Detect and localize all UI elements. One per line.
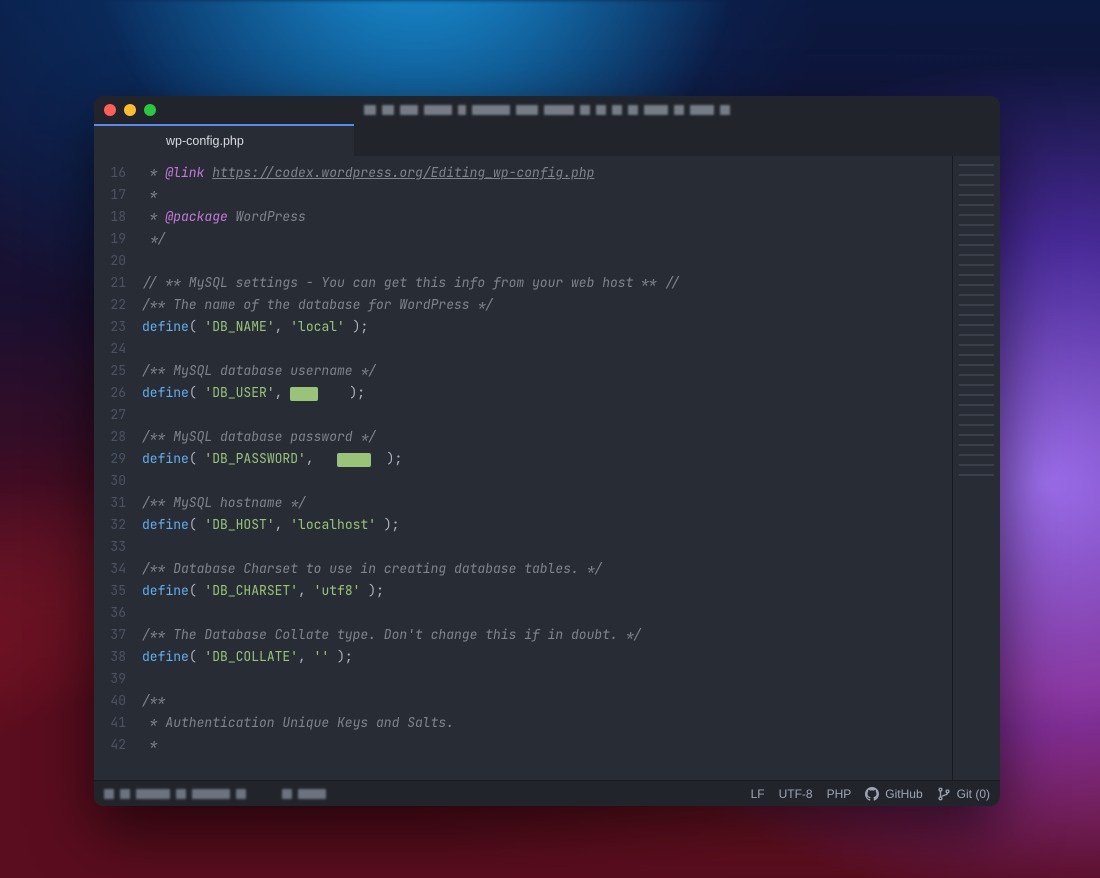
line-number: 23: [94, 316, 136, 338]
code-line: *: [142, 734, 942, 756]
status-git-label: Git (0): [957, 787, 990, 801]
status-eol[interactable]: LF: [751, 787, 765, 801]
line-number: 22: [94, 294, 136, 316]
status-encoding[interactable]: UTF-8: [779, 787, 813, 801]
line-number: 31: [94, 492, 136, 514]
line-number: 29: [94, 448, 136, 470]
line-number: 35: [94, 580, 136, 602]
code-line: /** Database Charset to use in creating …: [142, 558, 942, 580]
status-github[interactable]: GitHub: [865, 787, 922, 801]
status-git[interactable]: Git (0): [937, 787, 990, 801]
code-line: [142, 338, 942, 360]
tab-wp-config[interactable]: wp-config.php: [94, 124, 354, 156]
line-number: 36: [94, 602, 136, 624]
line-number: 32: [94, 514, 136, 536]
line-number: 24: [94, 338, 136, 360]
line-number: 37: [94, 624, 136, 646]
code-line: * @link https://codex.wordpress.org/Edit…: [142, 162, 942, 184]
code-line: define( 'DB_USER', );: [142, 382, 942, 404]
window-titlebar[interactable]: [94, 96, 1000, 124]
line-number: 16: [94, 162, 136, 184]
line-number: 33: [94, 536, 136, 558]
code-line: [142, 602, 942, 624]
line-number: 17: [94, 184, 136, 206]
line-number: 26: [94, 382, 136, 404]
line-number: 19: [94, 228, 136, 250]
window-title-blurred: [364, 105, 730, 115]
minimap[interactable]: [952, 156, 1000, 780]
code-line: [142, 470, 942, 492]
line-number-gutter: 1617181920212223242526272829303132333435…: [94, 156, 136, 780]
status-language[interactable]: PHP: [827, 787, 852, 801]
tab-label: wp-config.php: [166, 134, 244, 148]
code-line: define( 'DB_CHARSET', 'utf8' );: [142, 580, 942, 602]
code-line: *: [142, 184, 942, 206]
code-line: /** The Database Collate type. Don't cha…: [142, 624, 942, 646]
tab-bar: wp-config.php: [94, 124, 1000, 156]
code-line: [142, 536, 942, 558]
line-number: 21: [94, 272, 136, 294]
minimize-window-button[interactable]: [124, 104, 136, 116]
line-number: 42: [94, 734, 136, 756]
status-left-blurred: [104, 789, 326, 799]
editor-area: 1617181920212223242526272829303132333435…: [94, 156, 1000, 780]
code-line: /**: [142, 690, 942, 712]
code-line: /** MySQL database password */: [142, 426, 942, 448]
status-bar: LF UTF-8 PHP GitHub Git (0): [94, 780, 1000, 806]
code-line: * Authentication Unique Keys and Salts.: [142, 712, 942, 734]
traffic-lights: [104, 104, 156, 116]
code-line: /** The name of the database for WordPre…: [142, 294, 942, 316]
code-line: [142, 404, 942, 426]
code-content[interactable]: * @link https://codex.wordpress.org/Edit…: [136, 156, 952, 780]
code-line: define( 'DB_NAME', 'local' );: [142, 316, 942, 338]
line-number: 40: [94, 690, 136, 712]
code-line: /** MySQL hostname */: [142, 492, 942, 514]
code-line: [142, 668, 942, 690]
line-number: 30: [94, 470, 136, 492]
line-number: 34: [94, 558, 136, 580]
code-line: * @package WordPress: [142, 206, 942, 228]
code-line: */: [142, 228, 942, 250]
line-number: 39: [94, 668, 136, 690]
editor-window: wp-config.php 16171819202122232425262728…: [94, 96, 1000, 806]
line-number: 18: [94, 206, 136, 228]
line-number: 25: [94, 360, 136, 382]
line-number: 28: [94, 426, 136, 448]
git-branch-icon: [937, 787, 951, 801]
code-line: define( 'DB_COLLATE', '' );: [142, 646, 942, 668]
line-number: 27: [94, 404, 136, 426]
code-line: /** MySQL database username */: [142, 360, 942, 382]
line-number: 20: [94, 250, 136, 272]
maximize-window-button[interactable]: [144, 104, 156, 116]
code-line: define( 'DB_HOST', 'localhost' );: [142, 514, 942, 536]
line-number: 38: [94, 646, 136, 668]
code-line: [142, 250, 942, 272]
github-icon: [865, 787, 879, 801]
code-line: define( 'DB_PASSWORD', );: [142, 448, 942, 470]
code-line: // ** MySQL settings - You can get this …: [142, 272, 942, 294]
line-number: 41: [94, 712, 136, 734]
close-window-button[interactable]: [104, 104, 116, 116]
status-github-label: GitHub: [885, 787, 922, 801]
